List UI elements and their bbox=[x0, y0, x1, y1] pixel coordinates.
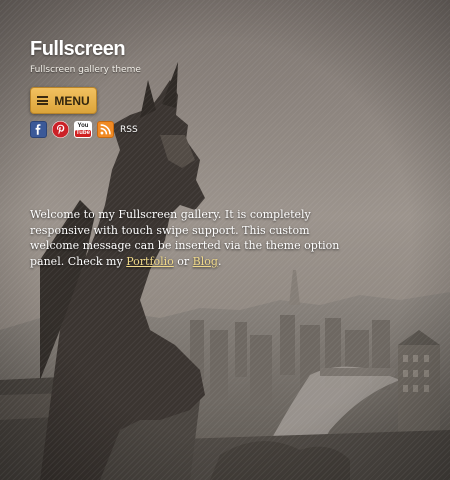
youtube-icon[interactable]: You Tube bbox=[74, 121, 92, 138]
pinterest-icon[interactable] bbox=[52, 121, 69, 138]
hamburger-icon bbox=[37, 96, 49, 105]
welcome-message: Welcome to my Fullscreen gallery. It is … bbox=[30, 207, 340, 269]
youtube-icon-text-top: You bbox=[77, 122, 89, 129]
rss-icon[interactable] bbox=[97, 121, 114, 138]
portfolio-link[interactable]: Portfolio bbox=[126, 255, 174, 268]
youtube-icon-text-bottom: Tube bbox=[75, 129, 91, 137]
menu-button[interactable]: MENU bbox=[30, 87, 97, 114]
rss-link[interactable]: RSS bbox=[120, 125, 138, 135]
site-tagline: Fullscreen gallery theme bbox=[30, 65, 141, 75]
blog-link[interactable]: Blog bbox=[193, 255, 218, 268]
welcome-connector: or bbox=[173, 254, 193, 268]
welcome-period: . bbox=[217, 254, 222, 268]
site-title[interactable]: Fullscreen bbox=[30, 38, 141, 61]
facebook-icon[interactable] bbox=[30, 121, 47, 138]
menu-label: MENU bbox=[54, 93, 90, 108]
site-header: Fullscreen Fullscreen gallery theme bbox=[30, 38, 141, 75]
social-links: You Tube RSS bbox=[30, 121, 138, 138]
